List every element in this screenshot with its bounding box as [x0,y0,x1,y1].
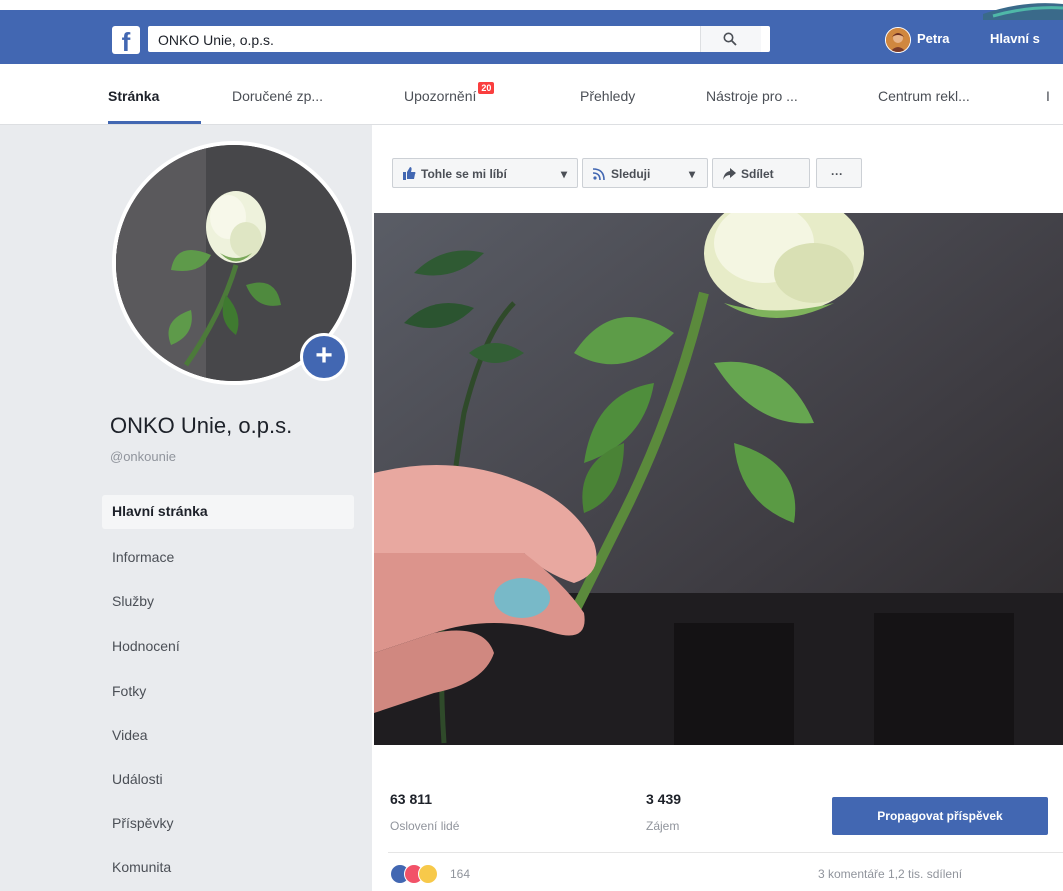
tab-inbox[interactable]: Doručené zp... [232,88,323,104]
top-navigation-bar: f Petra Hlavní s [0,0,1063,64]
post-stats-panel: 63 811 Oslovení lidé 3 439 Zájem Propago… [374,745,1063,891]
reach-value: 63 811 [390,791,433,807]
more-dots-icon: ··· [831,167,843,181]
page-username[interactable]: @onkounie [110,449,176,464]
page-tabs: Stránka Doručené zp... Upozornění 20 Přeh… [0,64,1063,125]
sidebar-item-community[interactable]: Komunita [102,851,354,885]
active-tab-underline [108,121,201,124]
add-photo-button[interactable]: + [300,333,348,381]
notification-badge: 20 [478,82,495,94]
share-arrow-icon [723,168,736,180]
engagement-label: Zájem [646,819,680,833]
reach-label: Oslovení lidé [390,819,460,833]
sidebar-item-reviews[interactable]: Hodnocení [102,630,354,664]
sidebar-item-photos[interactable]: Fotky [102,675,354,709]
promote-post-button[interactable]: Propagovat příspěvek [832,797,1048,835]
thumbs-up-icon [403,167,416,180]
page-title: ONKO Unie, o.p.s. [110,413,293,438]
follow-button[interactable]: Sleduji ▾ [582,158,708,188]
home-link[interactable]: Hlavní s [990,31,1040,46]
more-options-button[interactable]: ··· [816,158,862,188]
comments-shares-count[interactable]: 3 komentáře 1,2 tis. sdílení [818,867,962,881]
wow-reaction-icon [418,864,438,884]
facebook-logo-icon[interactable]: f [112,26,140,57]
divider [388,852,1063,853]
sidebar-item-events[interactable]: Události [102,763,354,797]
cover-photo[interactable] [374,213,1063,745]
plus-icon: + [315,339,333,372]
tab-notifications[interactable]: Upozornění 20 [404,82,495,104]
dropdown-arrow-icon: ▾ [561,167,568,181]
search-icon [723,32,737,46]
search-bar[interactable] [148,26,770,54]
search-button[interactable] [700,26,761,52]
search-input[interactable] [156,26,700,54]
rss-follow-icon [593,168,605,180]
user-avatar[interactable] [885,27,911,53]
like-page-button[interactable]: Tohle se mi líbí ▾ [392,158,578,188]
tab-insights[interactable]: Přehledy [580,88,635,104]
dropdown-arrow-icon: ▾ [689,167,696,181]
sidebar-item-services[interactable]: Služby [102,585,354,619]
left-sidebar: + ONKO Unie, o.p.s. @onkounie Hlavní str… [0,125,372,891]
sidebar-item-posts[interactable]: Příspěvky [102,807,354,841]
sidebar-item-info[interactable]: Informace [102,541,354,575]
tab-ad-center[interactable]: Centrum rekl... [878,88,970,104]
engagement-value: 3 439 [646,791,682,807]
sidebar-item-home[interactable]: Hlavní stránka [102,495,354,529]
share-button[interactable]: Sdílet [712,158,810,188]
user-name-link[interactable]: Petra [917,31,950,46]
tab-publishing-tools[interactable]: Nástroje pro ... [706,88,798,104]
tab-more[interactable]: I [1046,88,1050,104]
corner-accent [983,3,1063,20]
reactions-count: 164 [450,867,471,881]
sidebar-item-videos[interactable]: Videa [102,719,354,753]
tab-page[interactable]: Stránka [108,88,159,104]
